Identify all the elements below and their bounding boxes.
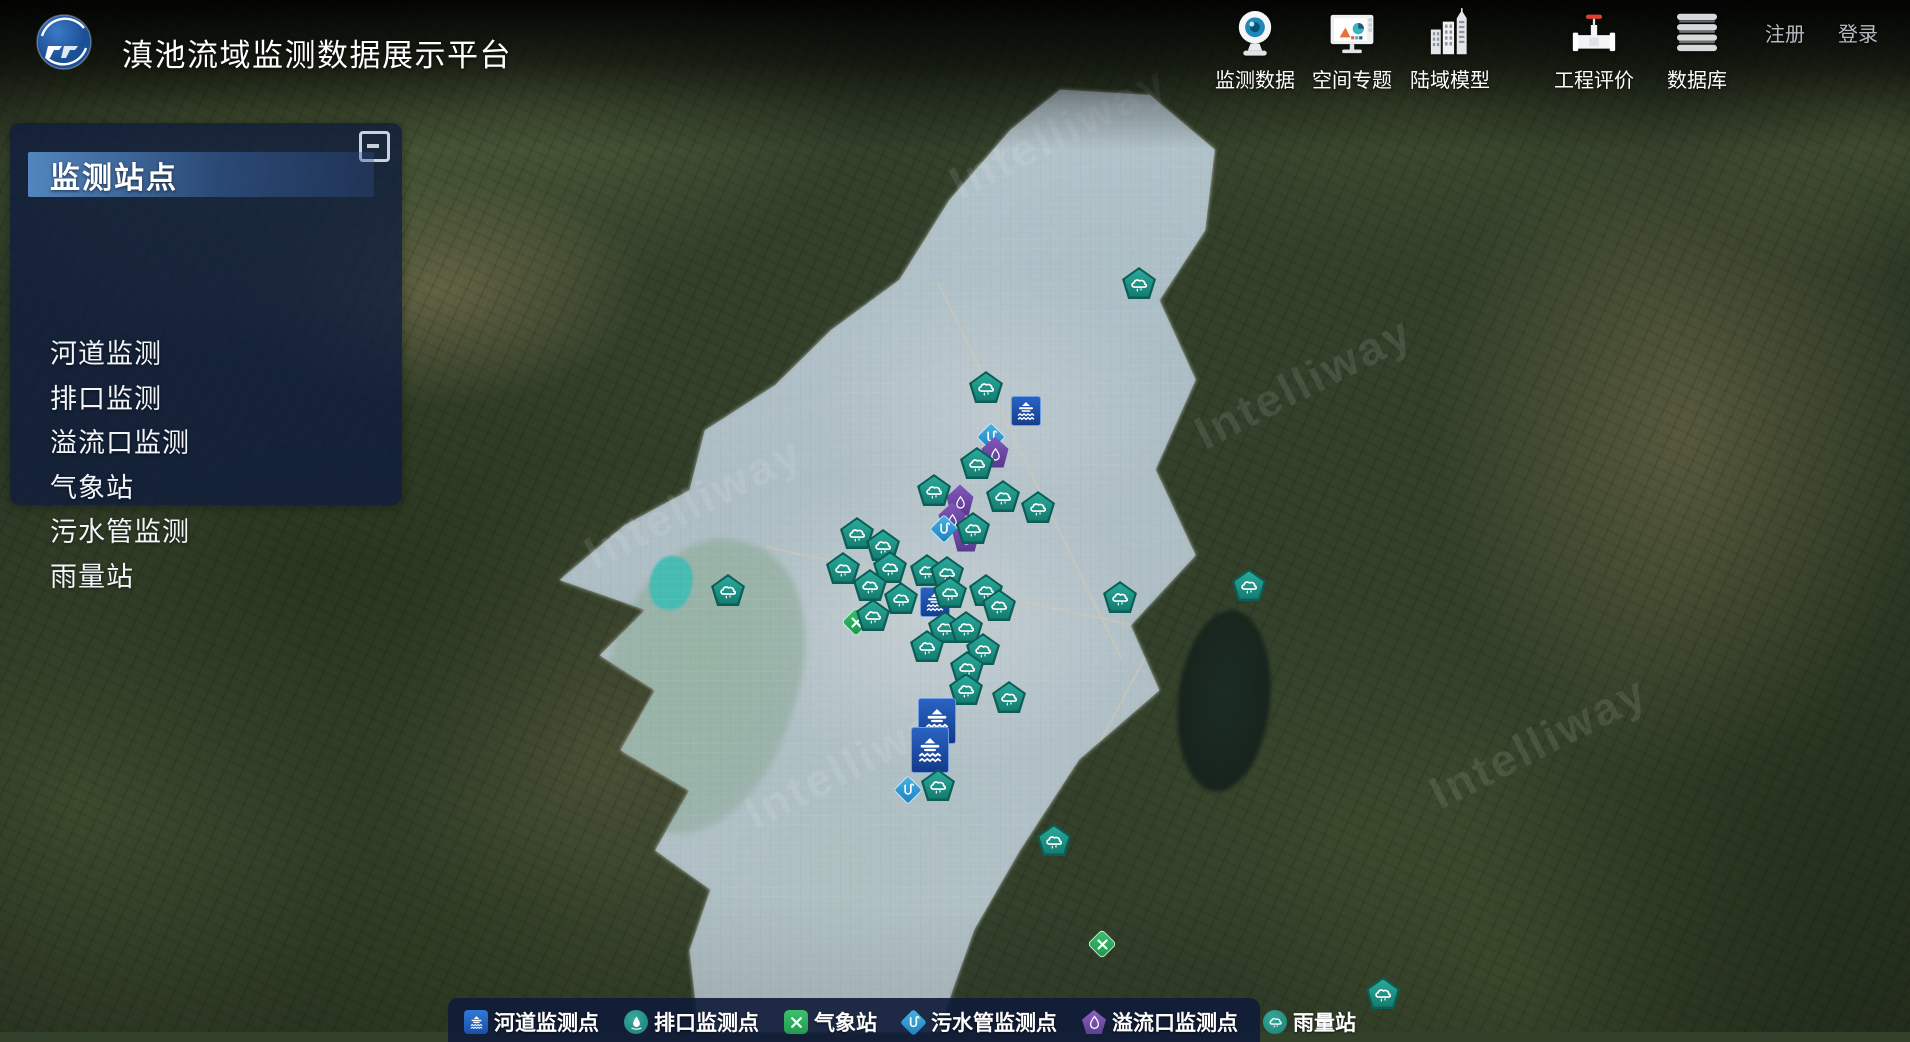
panel-title: 监测站点 <box>28 153 178 197</box>
login-link[interactable]: 登录 <box>1838 18 1878 47</box>
sidebar-item-overflow-monitoring[interactable]: 溢流口监测 <box>10 421 402 466</box>
sewage-marker-icon <box>900 782 917 799</box>
nav-project-evaluation[interactable]: 工程评价 <box>1536 6 1652 93</box>
legend-item-overflow[interactable]: 溢流口监测点 <box>1082 1007 1238 1037</box>
map-marker-rain[interactable] <box>1103 581 1137 613</box>
rain-marker-icon <box>922 481 946 503</box>
rain-marker-icon <box>1108 588 1132 610</box>
map-marker-rain[interactable] <box>921 769 955 801</box>
map-marker-weather[interactable] <box>1089 931 1116 958</box>
map-marker-rain[interactable] <box>853 569 887 601</box>
company-logo <box>34 12 94 72</box>
rain-marker-icon <box>991 487 1015 509</box>
rain-marker-icon <box>961 519 985 541</box>
webcam-icon <box>1228 6 1282 62</box>
sidebar-item-sewage-pipe-monitoring[interactable]: 污水管监测 <box>10 510 402 555</box>
rain-marker-icon <box>716 581 740 603</box>
rain-marker-icon <box>938 583 962 605</box>
map-marker-rain[interactable] <box>1037 824 1071 856</box>
weather-station-icon <box>784 1010 808 1034</box>
map-marker-rain[interactable] <box>711 574 745 606</box>
rain-marker-icon <box>926 776 950 798</box>
map-marker-sewage[interactable] <box>895 777 922 804</box>
legend-item-rain[interactable]: 雨量站 <box>1263 1007 1356 1037</box>
map-marker-rain[interactable] <box>933 576 967 608</box>
nav-label: 工程评价 <box>1554 64 1634 93</box>
legend-item-outlet[interactable]: 排口监测点 <box>624 1007 759 1037</box>
database-icon <box>1670 6 1724 62</box>
map-marker-rain[interactable] <box>1122 267 1156 299</box>
map-marker-rain[interactable] <box>856 599 890 631</box>
rain-marker-icon <box>889 589 913 611</box>
sidebar-item-weather-station[interactable]: 气象站 <box>10 466 402 511</box>
sewage-marker-icon <box>936 521 953 538</box>
rain-marker-icon <box>1237 576 1261 598</box>
map-legend: 河道监测点 排口监测点 气象站 污水管监测点 溢流口监测点 雨量站 <box>448 998 1260 1042</box>
pipe-valve-icon <box>1567 6 1621 62</box>
rain-marker-icon <box>987 596 1011 618</box>
rain-gauge-icon <box>1263 1010 1287 1034</box>
weather-marker-icon <box>1094 936 1110 952</box>
monitoring-stations-panel: 监测站点 河道监测 排口监测 溢流口监测 气象站 污水管监测 雨量站 <box>10 123 402 505</box>
river-marker-icon <box>1014 399 1038 423</box>
sidebar-item-outlet-monitoring[interactable]: 排口监测 <box>10 377 402 422</box>
rain-marker-icon <box>954 680 978 702</box>
nav-label: 监测数据 <box>1215 64 1295 93</box>
rain-marker-icon <box>1371 984 1395 1006</box>
nav-label: 数据库 <box>1667 64 1727 93</box>
map-marker-rain[interactable] <box>986 480 1020 512</box>
panel-menu: 河道监测 排口监测 溢流口监测 气象站 污水管监测 雨量站 <box>10 332 402 599</box>
map-marker-rain[interactable] <box>960 447 994 479</box>
road-line <box>1000 593 1180 929</box>
riverBig-marker-icon <box>914 731 946 769</box>
rain-marker-icon <box>858 576 882 598</box>
panel-title-bar[interactable]: 监测站点 <box>28 152 374 197</box>
map-marker-rain[interactable] <box>917 474 951 506</box>
map-marker-rain[interactable] <box>982 589 1016 621</box>
map-marker-riverBig[interactable] <box>911 727 949 773</box>
rain-marker-icon <box>1127 274 1151 296</box>
outlet-monitoring-icon <box>624 1010 648 1034</box>
map-marker-rain[interactable] <box>910 630 944 662</box>
nav-land-model[interactable]: 陆域模型 <box>1392 6 1508 93</box>
rain-marker-icon <box>1042 831 1066 853</box>
map-marker-rain[interactable] <box>992 681 1026 713</box>
nav-label: 空间专题 <box>1312 64 1392 93</box>
map-marker-river[interactable] <box>1011 396 1041 426</box>
map-marker-rain[interactable] <box>1021 491 1055 523</box>
map-marker-rain[interactable] <box>956 512 990 544</box>
sidebar-item-river-monitoring[interactable]: 河道监测 <box>10 332 402 377</box>
legend-item-weather[interactable]: 气象站 <box>784 1007 877 1037</box>
map-marker-rain[interactable] <box>969 371 1003 403</box>
overflow-outlet-icon <box>1082 1010 1106 1034</box>
sidebar-item-rain-gauge-station[interactable]: 雨量站 <box>10 555 402 600</box>
dianchi-lake <box>564 514 837 858</box>
rain-marker-icon <box>997 688 1021 710</box>
city-buildings-icon <box>1423 6 1477 62</box>
register-link[interactable]: 注册 <box>1765 18 1805 47</box>
map-marker-rain[interactable] <box>1366 977 1400 1009</box>
rain-marker-icon <box>831 559 855 581</box>
legend-item-sewage[interactable]: 污水管监测点 <box>902 1007 1057 1037</box>
rain-marker-icon <box>861 606 885 628</box>
reservoir <box>645 552 697 614</box>
app: { "header": { "title": "滇池流域监测数据展示平台", "… <box>0 0 1910 1032</box>
rain-marker-icon <box>965 454 989 476</box>
page-title: 滇池流域监测数据展示平台 <box>122 30 512 75</box>
monitor-chart-icon <box>1325 6 1379 62</box>
rain-marker-icon <box>974 378 998 400</box>
map-marker-rain[interactable] <box>1232 569 1266 601</box>
sewage-pipe-icon <box>900 1009 927 1036</box>
legend-item-river[interactable]: 河道监测点 <box>464 1007 599 1037</box>
nav-database[interactable]: 数据库 <box>1639 6 1755 93</box>
rain-marker-icon <box>1026 498 1050 520</box>
nav-label: 陆域模型 <box>1410 64 1490 93</box>
river-monitoring-icon <box>464 1010 488 1034</box>
rain-marker-icon <box>915 637 939 659</box>
